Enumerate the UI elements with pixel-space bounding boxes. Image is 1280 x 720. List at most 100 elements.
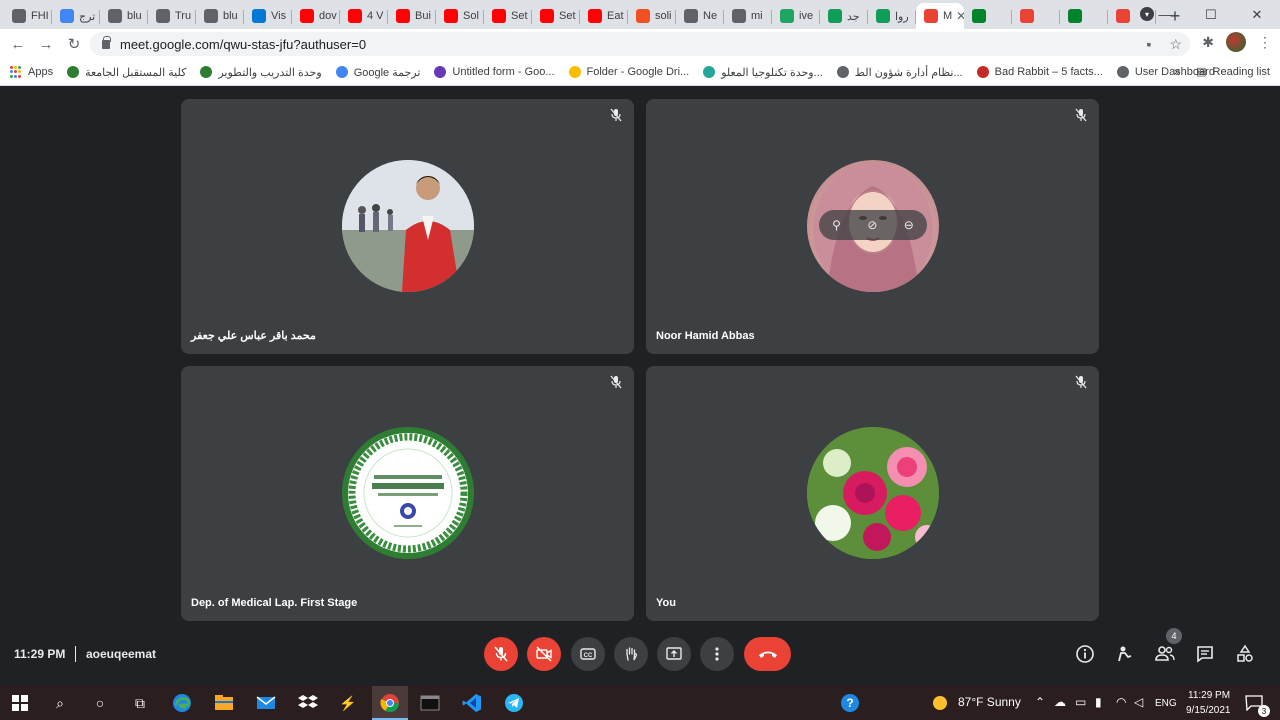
telegram-icon[interactable] [504,693,524,713]
browser-tab[interactable]: جد [820,3,868,29]
vscode-icon[interactable] [462,693,482,713]
bookmark-item[interactable]: Folder - Google Dri... [568,66,689,79]
remove-participant-icon[interactable]: ⊖ [904,218,914,232]
participant-tile[interactable]: Dep. of Medical Lap. First Stage [181,366,634,621]
browser-tab[interactable]: soli [628,3,676,29]
tab-title: ترج [79,10,96,23]
language-indicator[interactable]: ENG [1155,698,1177,709]
browser-tab[interactable]: FHI [4,3,52,29]
bookmark-item[interactable]: وحدة التدريب والتطوير [200,66,322,79]
volume-icon[interactable]: ◁ [1134,695,1143,709]
browser-tab[interactable]: Tru [148,3,196,29]
maximize-icon[interactable]: ☐ [1188,0,1234,29]
tab-favicon-icon [684,9,698,23]
participant-tile[interactable]: محمد باقر عباس علي جعفر [181,99,634,354]
apps-grid-icon [10,66,22,78]
profile-avatar[interactable] [1226,32,1246,52]
browser-tab[interactable]: blu [196,3,244,29]
tray-date[interactable]: 9/15/2021 [1186,705,1231,716]
back-icon[interactable]: ← [4,30,32,58]
browser-tab[interactable]: ترج [52,3,100,29]
network-wire-icon[interactable]: ▭ [1075,695,1086,709]
leave-call-button[interactable] [744,637,791,671]
bookmark-item[interactable]: نظام أدارة شؤون الط... [836,66,963,79]
browser-tab[interactable]: Set [532,3,580,29]
battery-icon[interactable]: ▮ [1095,695,1102,709]
wifi-icon[interactable]: ◠ [1116,695,1126,709]
browser-tab[interactable]: Eat [580,3,628,29]
terminal-icon[interactable] [420,693,440,713]
participant-tile[interactable]: ⚲ ⊘ ⊖ Noor Hamid Abbas [646,99,1099,354]
browser-tab[interactable]: Set [484,3,532,29]
college-seal-logo [342,427,474,559]
reading-list-button[interactable]: ▤ Reading list [1196,65,1270,79]
tab-close-icon[interactable]: ✕ [956,9,964,23]
browser-tab[interactable]: 4 V [340,3,388,29]
tray-time[interactable]: 11:29 PM [1188,690,1230,701]
bookmark-item[interactable]: وحدة تكنلوجيا المعلو... [703,66,823,79]
browser-tab[interactable] [1060,3,1108,29]
menu-icon[interactable]: ⋮ [1258,34,1272,51]
bookmarks-overflow-icon[interactable]: » [1174,66,1180,78]
browser-tab[interactable]: Bui [388,3,436,29]
camera-toggle-button[interactable] [527,637,561,671]
reload-icon[interactable]: ↻ [60,30,88,58]
meeting-details-button[interactable] [1074,643,1096,665]
bookmark-item[interactable]: كلية المستقبل الجامعة [67,66,186,79]
activities-button[interactable] [1234,643,1256,665]
weather-text[interactable]: 87°F Sunny [958,695,1021,709]
people-button[interactable] [1154,643,1176,665]
divider [75,646,76,662]
mail-icon[interactable] [256,693,276,713]
captions-button[interactable]: CC [571,637,605,671]
tab-favicon-icon [1020,9,1034,23]
address-bar[interactable]: meet.google.com/qwu-stas-jfu?authuser=0 … [90,32,1190,56]
browser-tab[interactable] [1012,3,1060,29]
chat-button[interactable] [1194,643,1216,665]
forward-icon[interactable]: → [32,30,60,58]
windows-start-icon[interactable] [10,693,30,713]
microphone-toggle-button[interactable] [484,637,518,671]
search-icon[interactable]: ⌕ [50,693,70,713]
app-bolt-icon[interactable]: ⚡ [338,693,358,713]
browser-tab[interactable]: mi [724,3,772,29]
bookmark-item[interactable]: Bad Rabbit – 5 facts... [976,66,1103,79]
browser-tab[interactable]: Vis [244,3,292,29]
host-controls-icon [1118,646,1132,662]
tab-favicon-icon [396,9,410,23]
dropbox-icon[interactable] [298,693,318,713]
browser-tab[interactable]: blu [100,3,148,29]
raise-hand-button[interactable] [614,637,648,671]
edge-icon[interactable] [172,693,192,713]
onedrive-icon[interactable]: ☁ [1054,695,1066,709]
bookmark-favicon-icon [67,66,80,78]
close-window-icon[interactable]: ✕ [1234,0,1280,29]
file-explorer-icon[interactable] [214,693,234,713]
star-icon[interactable]: ☆ [1169,36,1182,53]
minimize-icon[interactable]: — [1142,0,1188,29]
browser-tab[interactable]: ive [772,3,820,29]
cortana-icon[interactable]: ○ [90,693,110,713]
browser-tab[interactable]: روا [868,3,916,29]
tray-chevron-icon[interactable]: ⌃ [1035,695,1045,709]
browser-tab[interactable]: dov [292,3,340,29]
task-view-icon[interactable]: ⧉ [130,693,150,713]
browser-tab[interactable]: Ne [676,3,724,29]
extensions-icon[interactable]: ✱ [1202,34,1214,51]
mute-participant-icon[interactable]: ⊘ [867,218,877,232]
browser-tab[interactable]: M ✕ [916,3,964,29]
bookmark-item[interactable]: Untitled form - Goo... [434,66,555,79]
participant-tile[interactable]: You [646,366,1099,621]
browser-tab[interactable]: Sol [436,3,484,29]
notification-count-badge: 3 [1258,705,1270,717]
help-icon[interactable]: ? [840,693,860,713]
camera-icon[interactable]: ▪ [1146,36,1151,53]
pin-icon[interactable]: ⚲ [832,218,841,232]
apps-bookmark[interactable]: Apps [10,66,53,78]
host-controls-button[interactable] [1114,643,1136,665]
present-screen-button[interactable] [657,637,691,671]
chrome-icon[interactable] [380,693,400,713]
browser-tab[interactable] [964,3,1012,29]
more-options-button[interactable] [700,637,734,671]
bookmark-item[interactable]: Google ترجمة [335,66,420,79]
